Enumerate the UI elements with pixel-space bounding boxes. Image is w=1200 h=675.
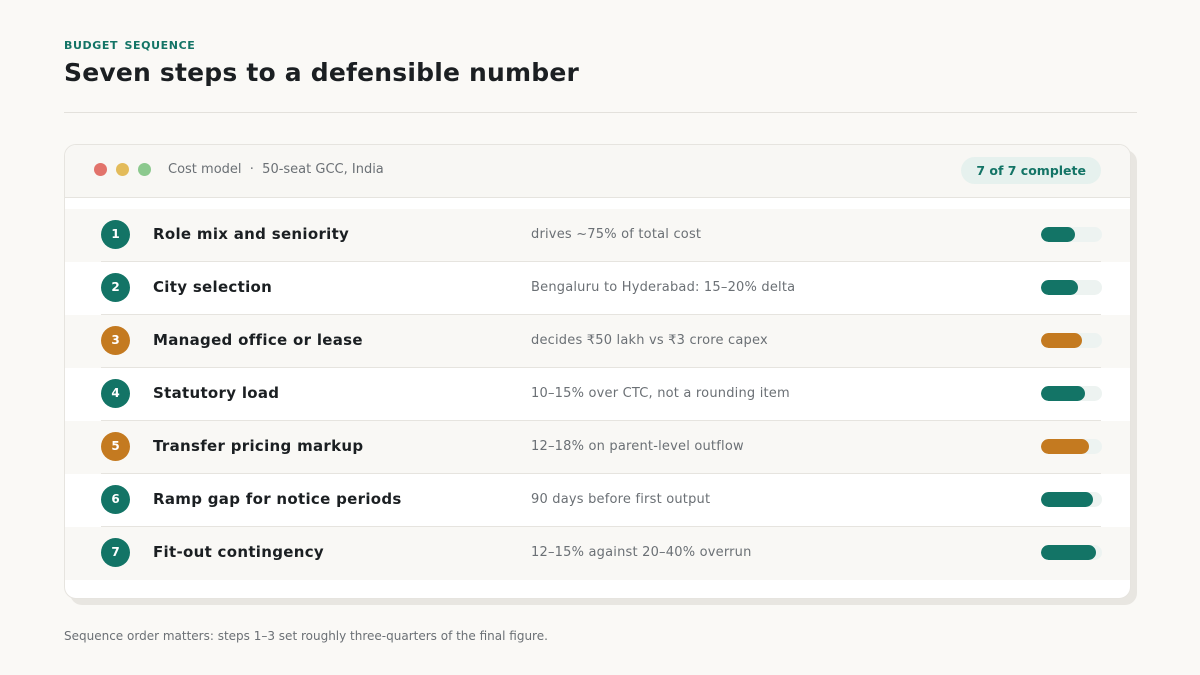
step-note: 12–18% on parent-level outflow bbox=[531, 439, 744, 454]
status-badge: 7 of 7 complete bbox=[961, 157, 1101, 184]
step-progress-fill bbox=[1041, 280, 1079, 295]
step-row[interactable]: 3 Managed office or lease decides ₹50 lakh… bbox=[65, 315, 1130, 368]
step-number-badge: 2 bbox=[101, 273, 130, 302]
step-note: decides ₹50 lakh vs ₹3 crore capex bbox=[531, 333, 768, 348]
step-progress-fill bbox=[1041, 492, 1093, 507]
step-row[interactable]: 5 Transfer pricing markup 12–18% on parent… bbox=[65, 421, 1130, 474]
eyebrow-label: BUDGET SEQUENCE bbox=[64, 39, 196, 52]
step-title: Role mix and seniority bbox=[153, 225, 350, 243]
header-divider bbox=[64, 112, 1137, 113]
step-title: City selection bbox=[153, 278, 273, 296]
step-note: 10–15% over CTC, not a rounding item bbox=[531, 386, 790, 401]
step-note: 12–15% against 20–40% overrun bbox=[531, 545, 752, 560]
maximize-window-dot-icon[interactable] bbox=[138, 163, 151, 176]
step-progress-bar bbox=[1041, 227, 1102, 242]
step-number-badge: 4 bbox=[101, 379, 130, 408]
window-titlebar: Cost model · 50-seat GCC, India 7 of 7 c… bbox=[65, 145, 1130, 198]
step-progress-bar bbox=[1041, 492, 1102, 507]
step-row[interactable]: 4 Statutory load 10–15% over CTC, not a ro… bbox=[65, 368, 1130, 421]
step-title: Managed office or lease bbox=[153, 331, 363, 349]
step-row[interactable]: 6 Ramp gap for notice periods 90 days befo… bbox=[65, 474, 1130, 527]
step-progress-bar bbox=[1041, 439, 1102, 454]
step-note: drives ~75% of total cost bbox=[531, 227, 702, 242]
step-progress-fill bbox=[1041, 386, 1085, 401]
step-number-badge: 1 bbox=[101, 220, 130, 249]
step-title: Fit-out contingency bbox=[153, 543, 324, 561]
step-progress-bar bbox=[1041, 333, 1102, 348]
step-number-badge: 5 bbox=[101, 432, 130, 461]
cost-model-window: Cost model · 50-seat GCC, India 7 of 7 c… bbox=[64, 144, 1131, 599]
footnote: Sequence order matters: steps 1–3 set ro… bbox=[64, 629, 548, 643]
step-note: Bengaluru to Hyderabad: 15–20% delta bbox=[531, 280, 796, 295]
step-row[interactable]: 7 Fit-out contingency 12–15% against 20–40… bbox=[65, 527, 1130, 580]
close-window-dot-icon[interactable] bbox=[94, 163, 107, 176]
step-progress-bar bbox=[1041, 545, 1102, 560]
step-number-badge: 6 bbox=[101, 485, 130, 514]
step-progress-bar bbox=[1041, 386, 1102, 401]
step-progress-fill bbox=[1041, 439, 1090, 454]
step-number-badge: 7 bbox=[101, 538, 130, 567]
page-title: Seven steps to a defensible number bbox=[64, 58, 580, 87]
step-row[interactable]: 1 Role mix and seniority drives ~75% of to… bbox=[65, 209, 1130, 262]
step-progress-fill bbox=[1041, 545, 1096, 560]
window-title: Cost model · 50-seat GCC, India bbox=[168, 162, 384, 177]
step-number-badge: 3 bbox=[101, 326, 130, 355]
step-note: 90 days before first output bbox=[531, 492, 711, 507]
step-row[interactable]: 2 City selection Bengaluru to Hyderabad: 1… bbox=[65, 262, 1130, 315]
step-title: Ramp gap for notice periods bbox=[153, 490, 402, 508]
step-progress-fill bbox=[1041, 227, 1076, 242]
step-progress-fill bbox=[1041, 333, 1082, 348]
step-title: Statutory load bbox=[153, 384, 280, 402]
step-title: Transfer pricing markup bbox=[153, 437, 364, 455]
minimize-window-dot-icon[interactable] bbox=[116, 163, 129, 176]
step-progress-bar bbox=[1041, 280, 1102, 295]
